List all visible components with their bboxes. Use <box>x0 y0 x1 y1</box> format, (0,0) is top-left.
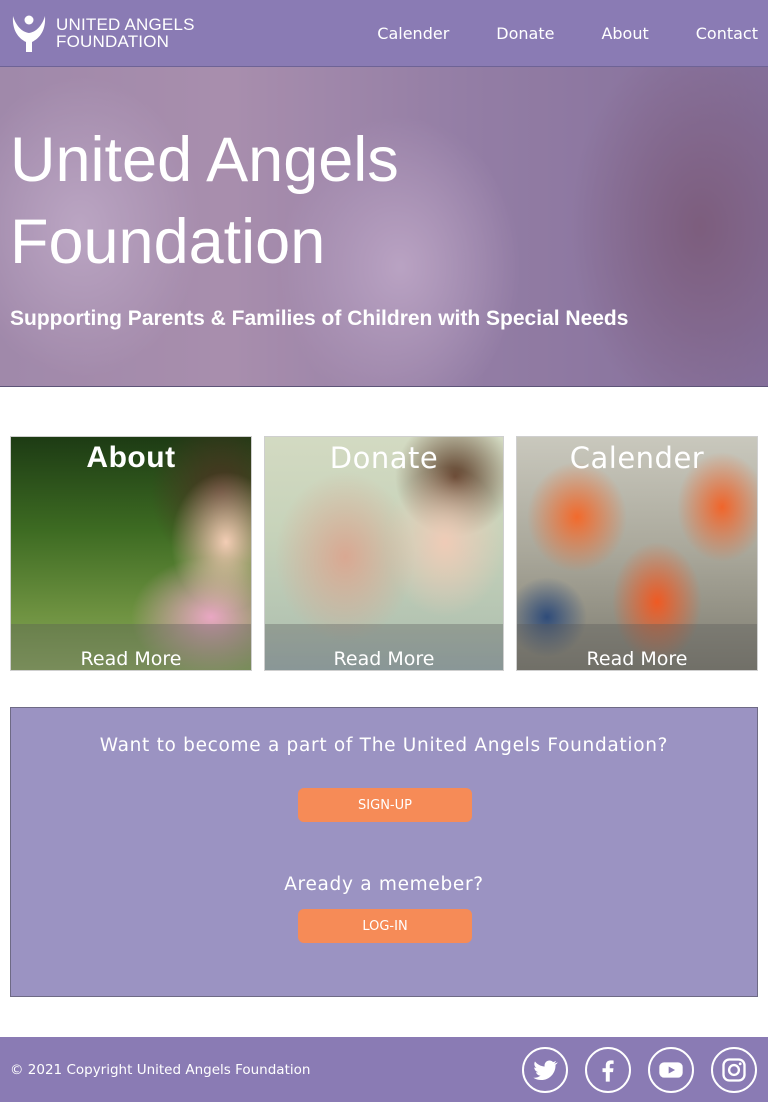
instagram-link[interactable] <box>711 1047 757 1093</box>
logo-text: UNITED ANGELS FOUNDATION <box>56 16 195 50</box>
join-panel: Want to become a part of The United Ange… <box>10 707 758 997</box>
card-donate[interactable]: Donate Read More <box>264 436 504 671</box>
hero-title: United Angels Foundation <box>10 119 610 283</box>
twitter-link[interactable] <box>522 1047 568 1093</box>
instagram-icon <box>722 1058 746 1082</box>
card-donate-read-more[interactable]: Read More <box>265 648 503 670</box>
hero-title-line-2: Foundation <box>10 207 326 277</box>
angel-logo-icon <box>12 15 46 52</box>
logo-line-1: UNITED ANGELS <box>56 15 195 34</box>
facebook-link[interactable] <box>585 1047 631 1093</box>
nav-donate[interactable]: Donate <box>496 24 554 43</box>
card-about-read-more[interactable]: Read More <box>11 648 251 670</box>
card-calender-title: Calender <box>569 441 705 475</box>
nav-links: Calender Donate About Contact <box>330 0 758 67</box>
copyright-text: © 2021 Copyright United Angels Foundatio… <box>10 1062 311 1078</box>
card-donate-title: Donate <box>329 441 439 475</box>
nav-contact[interactable]: Contact <box>696 24 758 43</box>
signup-button[interactable]: SIGN-UP <box>298 788 472 822</box>
top-nav: UNITED ANGELS FOUNDATION Calender Donate… <box>0 0 768 67</box>
youtube-icon <box>659 1062 683 1078</box>
youtube-link[interactable] <box>648 1047 694 1093</box>
join-question: Want to become a part of The United Ange… <box>99 735 669 756</box>
hero-title-line-1: United Angels <box>10 125 399 195</box>
footer: © 2021 Copyright United Angels Foundatio… <box>0 1037 768 1102</box>
member-question: Aready a memeber? <box>284 874 484 895</box>
logo[interactable]: UNITED ANGELS FOUNDATION <box>10 12 195 54</box>
hero-subtitle: Supporting Parents & Families of Childre… <box>10 307 629 330</box>
hero-banner: United Angels Foundation Supporting Pare… <box>0 67 768 387</box>
nav-about[interactable]: About <box>601 24 648 43</box>
facebook-icon <box>602 1060 614 1082</box>
card-calender[interactable]: Calender Read More <box>516 436 758 671</box>
card-calender-read-more[interactable]: Read More <box>517 648 757 670</box>
nav-calender[interactable]: Calender <box>377 24 449 43</box>
logo-line-2: FOUNDATION <box>56 32 170 51</box>
login-button[interactable]: LOG-IN <box>298 909 472 943</box>
card-about[interactable]: About Read More <box>10 436 252 671</box>
card-about-title: About <box>86 441 176 474</box>
twitter-icon <box>533 1060 558 1081</box>
